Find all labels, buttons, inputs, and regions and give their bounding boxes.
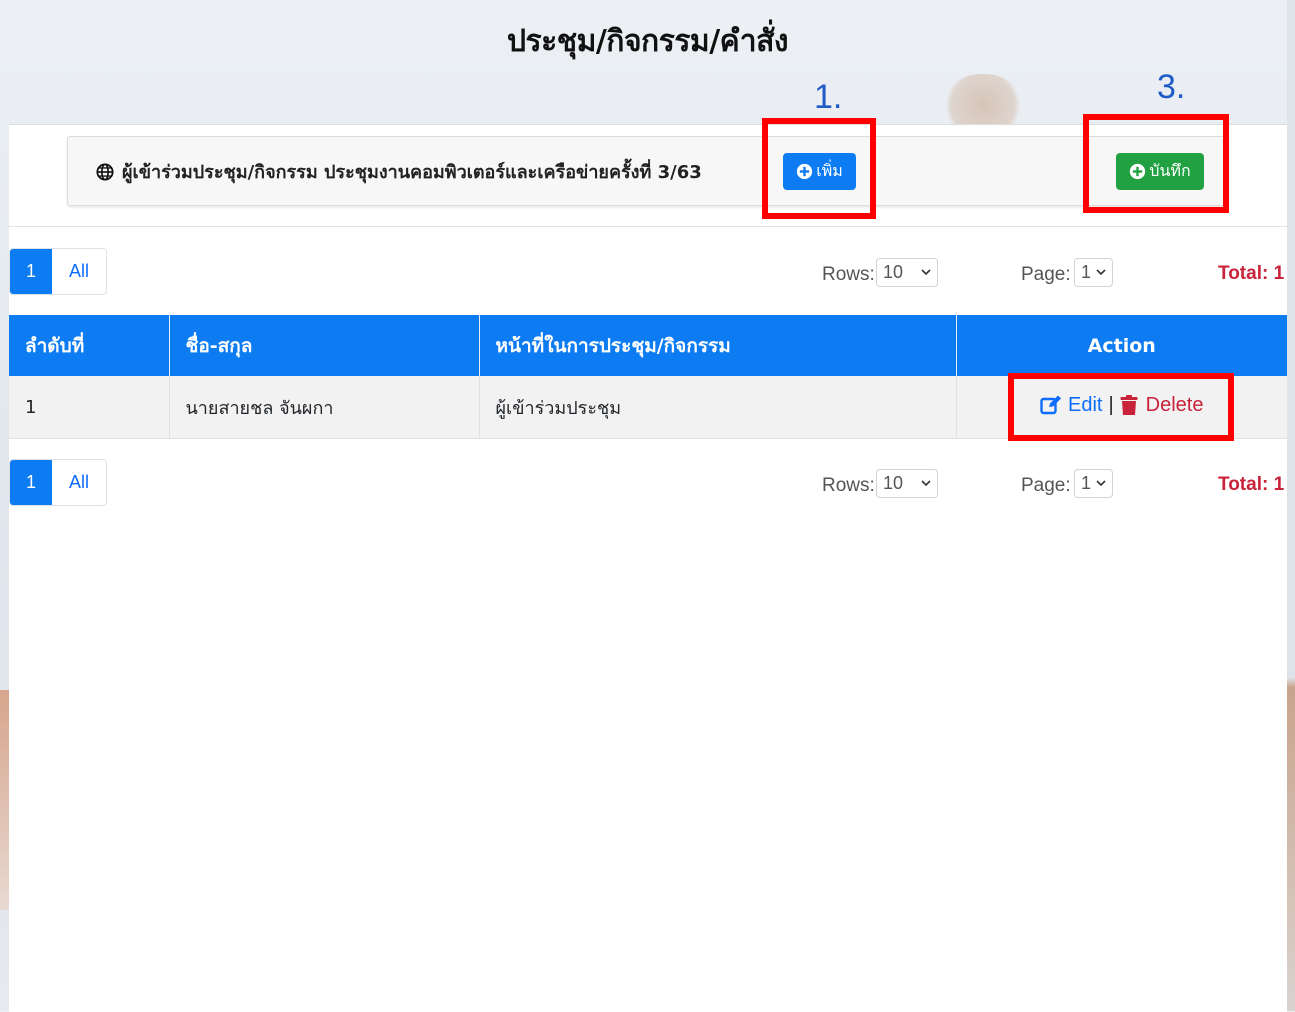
background-edge bbox=[1287, 0, 1295, 1011]
page-select[interactable]: 1 bbox=[1074, 469, 1113, 498]
rows-label: Rows: bbox=[822, 264, 875, 285]
header-card: ผู้เข้าร่วมประชุม/กิจกรรม ประชุมงานคอมพิ… bbox=[67, 136, 1229, 206]
rows-label: Rows: bbox=[822, 475, 875, 496]
page-all-button[interactable]: All bbox=[52, 249, 106, 294]
page-select-value: 1 bbox=[1081, 473, 1092, 493]
page-all-button[interactable]: All bbox=[52, 460, 106, 505]
annotation-box-save bbox=[1083, 114, 1229, 213]
total-count: Total: 1 bbox=[1218, 474, 1285, 495]
chevron-down-icon bbox=[921, 480, 931, 487]
total-count: Total: 1 bbox=[1218, 263, 1285, 284]
page-label: Page: bbox=[1021, 264, 1071, 285]
rows-select-value: 10 bbox=[883, 262, 904, 282]
divider bbox=[9, 226, 1287, 227]
column-header-name: ชื่อ-สกุล bbox=[169, 315, 480, 376]
pagination-top: 1 All bbox=[9, 248, 107, 295]
content-panel: ผู้เข้าร่วมประชุม/กิจกรรม ประชุมงานคอมพิ… bbox=[9, 124, 1287, 1012]
column-header-role: หน้าที่ในการประชุม/กิจกรรม bbox=[479, 315, 957, 376]
chevron-down-icon bbox=[921, 269, 931, 276]
annotation-3: 3. bbox=[1157, 68, 1186, 106]
column-header-no: ลำดับที่ bbox=[9, 315, 170, 376]
page-select-value: 1 bbox=[1081, 262, 1092, 282]
annotation-1: 1. bbox=[814, 78, 843, 116]
cell-no: 1 bbox=[9, 376, 170, 439]
page-select[interactable]: 1 bbox=[1074, 258, 1113, 287]
cell-role: ผู้เข้าร่วมประชุม bbox=[479, 376, 957, 439]
chevron-down-icon bbox=[1096, 269, 1106, 276]
cell-name: นายสายชล จันผกา bbox=[169, 376, 480, 439]
page-title: ประชุม/กิจกรรม/คำสั่ง bbox=[506, 24, 789, 59]
rows-select[interactable]: 10 bbox=[876, 469, 938, 498]
chevron-down-icon bbox=[1096, 480, 1106, 487]
page-label: Page: bbox=[1021, 475, 1071, 496]
column-header-action: Action bbox=[956, 315, 1287, 376]
globe-icon bbox=[96, 162, 114, 181]
background-image bbox=[940, 74, 1026, 126]
rows-select-value: 10 bbox=[883, 473, 904, 493]
annotation-box-add bbox=[762, 118, 876, 219]
header-title-row: ผู้เข้าร่วมประชุม/กิจกรรม ประชุมงานคอมพิ… bbox=[96, 157, 702, 186]
header-title: ผู้เข้าร่วมประชุม/กิจกรรม ประชุมงานคอมพิ… bbox=[122, 162, 702, 183]
annotation-box-actions bbox=[1008, 373, 1234, 441]
table-header-row: ลำดับที่ ชื่อ-สกุล หน้าที่ในการประชุม/กิ… bbox=[9, 315, 1287, 376]
rows-select[interactable]: 10 bbox=[876, 258, 938, 287]
page-1-button[interactable]: 1 bbox=[10, 249, 52, 294]
pagination-bottom: 1 All bbox=[9, 459, 107, 506]
background-edge-left bbox=[0, 690, 9, 910]
page-1-button[interactable]: 1 bbox=[10, 460, 52, 505]
